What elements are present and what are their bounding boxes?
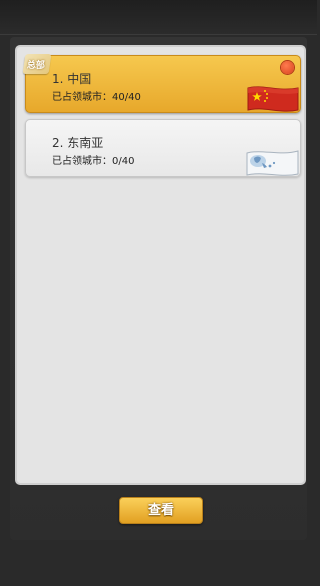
notification-dot-icon <box>281 61 294 74</box>
headquarters-badge: 总部 <box>22 54 52 74</box>
region-title: 2. 东南亚 <box>52 136 104 150</box>
china-flag-icon <box>247 86 299 112</box>
occupied-cities-text: 已占领城市：40/40 <box>52 92 141 103</box>
view-button[interactable]: 查看 <box>119 497 203 524</box>
top-bar <box>0 0 317 35</box>
occupied-cities-text: 已占领城市：0/40 <box>52 156 135 167</box>
southeast-asia-map-icon <box>246 150 299 176</box>
region-title: 1. 中国 <box>52 72 92 86</box>
region-row-southeast-asia[interactable]: 2. 东南亚 已占领城市：0/40 <box>25 119 301 177</box>
region-list-panel: 总部 1. 中国 已占领城市：40/40 2. 东南亚 已占领城市：0/40 <box>15 45 306 485</box>
region-row-china[interactable]: 总部 1. 中国 已占领城市：40/40 <box>22 54 301 113</box>
